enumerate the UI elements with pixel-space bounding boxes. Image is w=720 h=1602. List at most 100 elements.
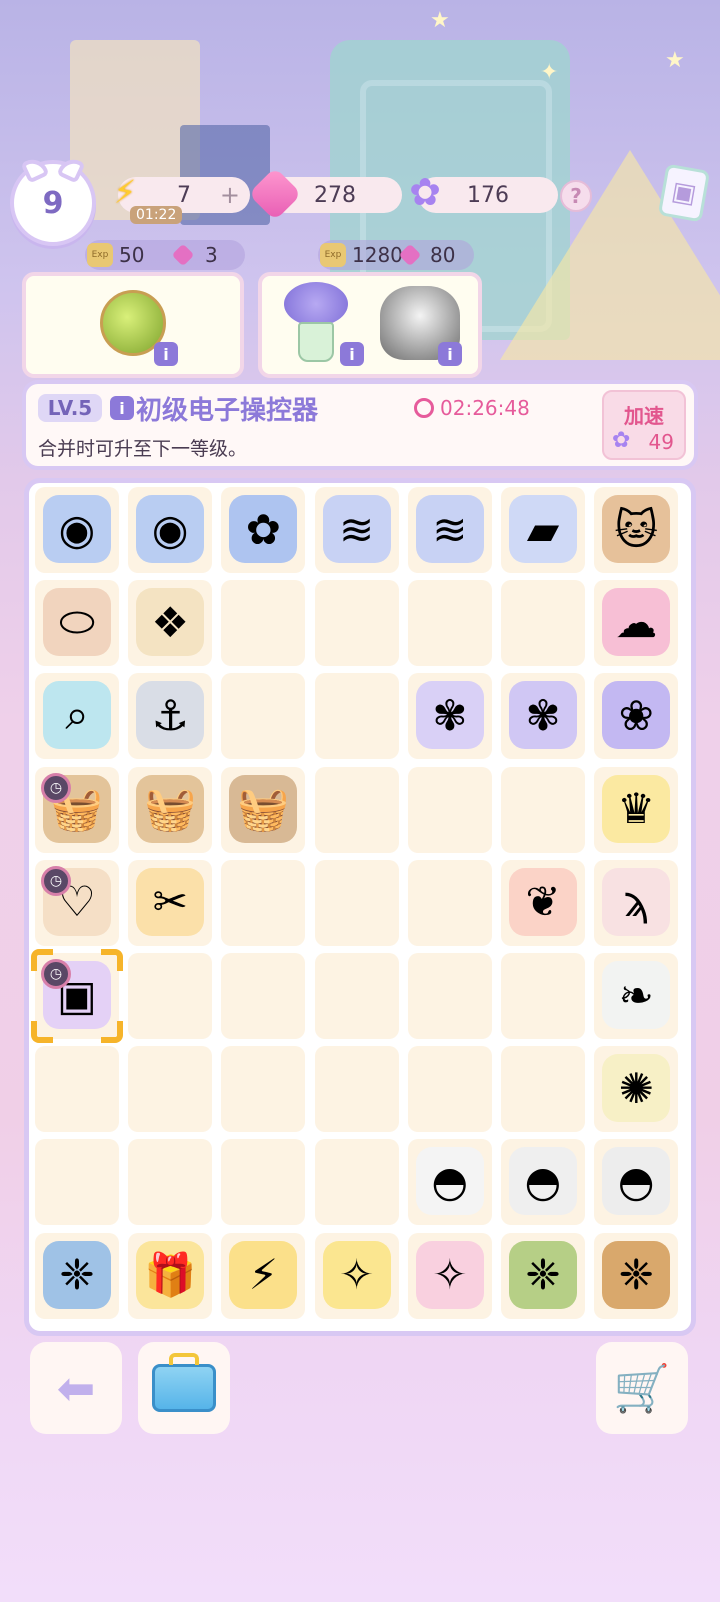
board-cell[interactable] bbox=[128, 1046, 213, 1133]
board-cell[interactable] bbox=[221, 859, 306, 946]
lavender-bouquet-item[interactable]: ❀ bbox=[602, 681, 671, 750]
board-cell[interactable]: ◓ bbox=[594, 1139, 679, 1226]
cushion-item[interactable]: ✿ bbox=[229, 495, 298, 563]
board-cell[interactable] bbox=[221, 953, 306, 1039]
board-cell[interactable]: ❈ bbox=[594, 1232, 679, 1319]
info-icon[interactable]: i bbox=[110, 396, 134, 420]
pink-bed-sleeper-item[interactable]: ☁ bbox=[602, 588, 671, 657]
energy-bolts-item[interactable]: ⚡ bbox=[229, 1240, 298, 1309]
board-cell[interactable] bbox=[221, 1139, 306, 1226]
board-cell[interactable]: ❦ bbox=[501, 859, 585, 946]
beetle-box-item[interactable]: ❈ bbox=[602, 1240, 671, 1309]
board-cell[interactable] bbox=[35, 1139, 119, 1226]
speed-up-button[interactable]: 加速 ✿ 49 bbox=[602, 390, 686, 460]
back-button[interactable]: ⬅ bbox=[30, 1342, 122, 1434]
board-cell[interactable]: ❈ bbox=[501, 1232, 585, 1319]
board-cell[interactable]: 🎁 bbox=[128, 1232, 213, 1319]
board-cell[interactable]: ✾ bbox=[501, 673, 585, 760]
board-cell[interactable] bbox=[314, 953, 399, 1039]
coral-item[interactable]: ❦ bbox=[509, 867, 577, 936]
ghost-medium-item[interactable]: ◓ bbox=[509, 1147, 577, 1216]
board-cell[interactable] bbox=[407, 1046, 492, 1133]
board-cell[interactable]: ❀ bbox=[594, 673, 679, 760]
board-cell[interactable]: ☁ bbox=[594, 580, 679, 667]
board-cell[interactable]: ❈ bbox=[35, 1232, 119, 1319]
board-cell[interactable] bbox=[128, 953, 213, 1039]
board-cell[interactable] bbox=[314, 673, 399, 760]
board-cell[interactable]: ♡ ◷ bbox=[35, 859, 119, 946]
basket-item[interactable]: 🧺 bbox=[136, 774, 205, 843]
board-cell[interactable] bbox=[501, 766, 585, 853]
cat-bed-1-item[interactable]: ◉ bbox=[43, 495, 111, 563]
board-cell[interactable]: ⚓ bbox=[128, 673, 213, 760]
pink-gift-chick-item[interactable]: ✧ bbox=[415, 1240, 484, 1309]
board-cell[interactable]: ◉ bbox=[35, 487, 119, 573]
board-cell[interactable]: ✿ bbox=[221, 487, 306, 573]
towel-flat-item[interactable]: ▰ bbox=[509, 495, 577, 563]
card-collection-button[interactable]: ▣ bbox=[657, 163, 711, 223]
board-cell[interactable]: 🐱 bbox=[594, 487, 679, 573]
fishing-rod-item[interactable]: ϡ bbox=[602, 867, 671, 936]
player-level-badge[interactable]: 9 bbox=[10, 154, 96, 246]
board-cell[interactable]: ❧ bbox=[594, 953, 679, 1039]
board-cell[interactable] bbox=[314, 766, 399, 853]
lavender-bundle-item[interactable]: ✾ bbox=[509, 681, 577, 750]
board-cell[interactable] bbox=[221, 580, 306, 667]
board-cell[interactable]: ⚡ bbox=[221, 1232, 306, 1319]
board-cell[interactable]: ▰ bbox=[501, 487, 585, 573]
board-cell[interactable] bbox=[128, 1139, 213, 1226]
board-cell[interactable]: ◓ bbox=[501, 1139, 585, 1226]
bread-basket-item[interactable]: 🧺 bbox=[229, 774, 298, 843]
storage-button[interactable] bbox=[138, 1342, 230, 1434]
ghost-small-item[interactable]: ◓ bbox=[415, 1147, 484, 1216]
cat-bed-2-item[interactable]: ◉ bbox=[136, 495, 205, 563]
board-cell[interactable]: ✾ bbox=[407, 673, 492, 760]
board-cell[interactable]: 🧺 bbox=[128, 766, 213, 853]
board-cell[interactable] bbox=[501, 580, 585, 667]
net-bag-item[interactable]: ❖ bbox=[136, 588, 205, 657]
board-cell[interactable]: 🧺 ◷ bbox=[35, 766, 119, 853]
board-cell[interactable] bbox=[314, 580, 399, 667]
cocoon-item[interactable]: ⬭ bbox=[43, 588, 111, 657]
board-cell[interactable] bbox=[407, 953, 492, 1039]
shop-button[interactable]: 🛒 bbox=[596, 1342, 688, 1434]
add-energy-button[interactable]: + bbox=[220, 181, 240, 209]
ghost-cat-item[interactable]: ◓ bbox=[602, 1147, 671, 1216]
board-cell[interactable] bbox=[35, 1046, 119, 1133]
towel-stack-item[interactable]: ≋ bbox=[322, 495, 391, 563]
board-cell[interactable] bbox=[501, 953, 585, 1039]
yellow-king-blob-item[interactable]: ♛ bbox=[602, 774, 671, 843]
firefly-item[interactable]: ✺ bbox=[602, 1054, 671, 1123]
towel-roll-item[interactable]: ≋ bbox=[415, 495, 484, 563]
board-cell[interactable] bbox=[314, 859, 399, 946]
gift-box-item[interactable]: 🎁 bbox=[136, 1240, 205, 1309]
board-cell[interactable]: ✧ bbox=[407, 1232, 492, 1319]
green-pouch-box-item[interactable]: ❈ bbox=[509, 1240, 577, 1309]
board-cell[interactable] bbox=[407, 766, 492, 853]
board-cell[interactable]: ✺ bbox=[594, 1046, 679, 1133]
lavender-sprig-item[interactable]: ✾ bbox=[415, 681, 484, 750]
ribbon-anchor-item[interactable]: ⚓ bbox=[136, 681, 205, 750]
board-cell[interactable]: ♛ bbox=[594, 766, 679, 853]
scissors-item[interactable]: ✂ bbox=[136, 867, 205, 936]
gem-counter[interactable]: 278 bbox=[248, 167, 402, 221]
board-cell[interactable] bbox=[407, 859, 492, 946]
board-cell[interactable]: ▣ ◷ bbox=[31, 949, 123, 1043]
board-cell[interactable]: ⬭ bbox=[35, 580, 119, 667]
board-cell[interactable] bbox=[501, 1046, 585, 1133]
board-cell[interactable]: ≋ bbox=[407, 487, 492, 573]
board-cell[interactable]: ✧ bbox=[314, 1232, 399, 1319]
board-cell[interactable]: ≋ bbox=[314, 487, 399, 573]
board-cell[interactable]: ✂ bbox=[128, 859, 213, 946]
cat-character-item[interactable]: 🐱 bbox=[602, 495, 671, 563]
board-cell[interactable]: ⌕ bbox=[35, 673, 119, 760]
yellow-gift-chick-item[interactable]: ✧ bbox=[322, 1240, 391, 1309]
info-icon[interactable]: i bbox=[340, 342, 364, 366]
board-cell[interactable] bbox=[314, 1046, 399, 1133]
magnifier-item[interactable]: ⌕ bbox=[43, 681, 111, 750]
butterfly-box-item[interactable]: ❈ bbox=[43, 1240, 111, 1309]
board-cell[interactable] bbox=[314, 1139, 399, 1226]
board-cell[interactable]: 🧺 bbox=[221, 766, 306, 853]
board-cell[interactable]: ❖ bbox=[128, 580, 213, 667]
help-button[interactable]: ? bbox=[560, 180, 592, 212]
